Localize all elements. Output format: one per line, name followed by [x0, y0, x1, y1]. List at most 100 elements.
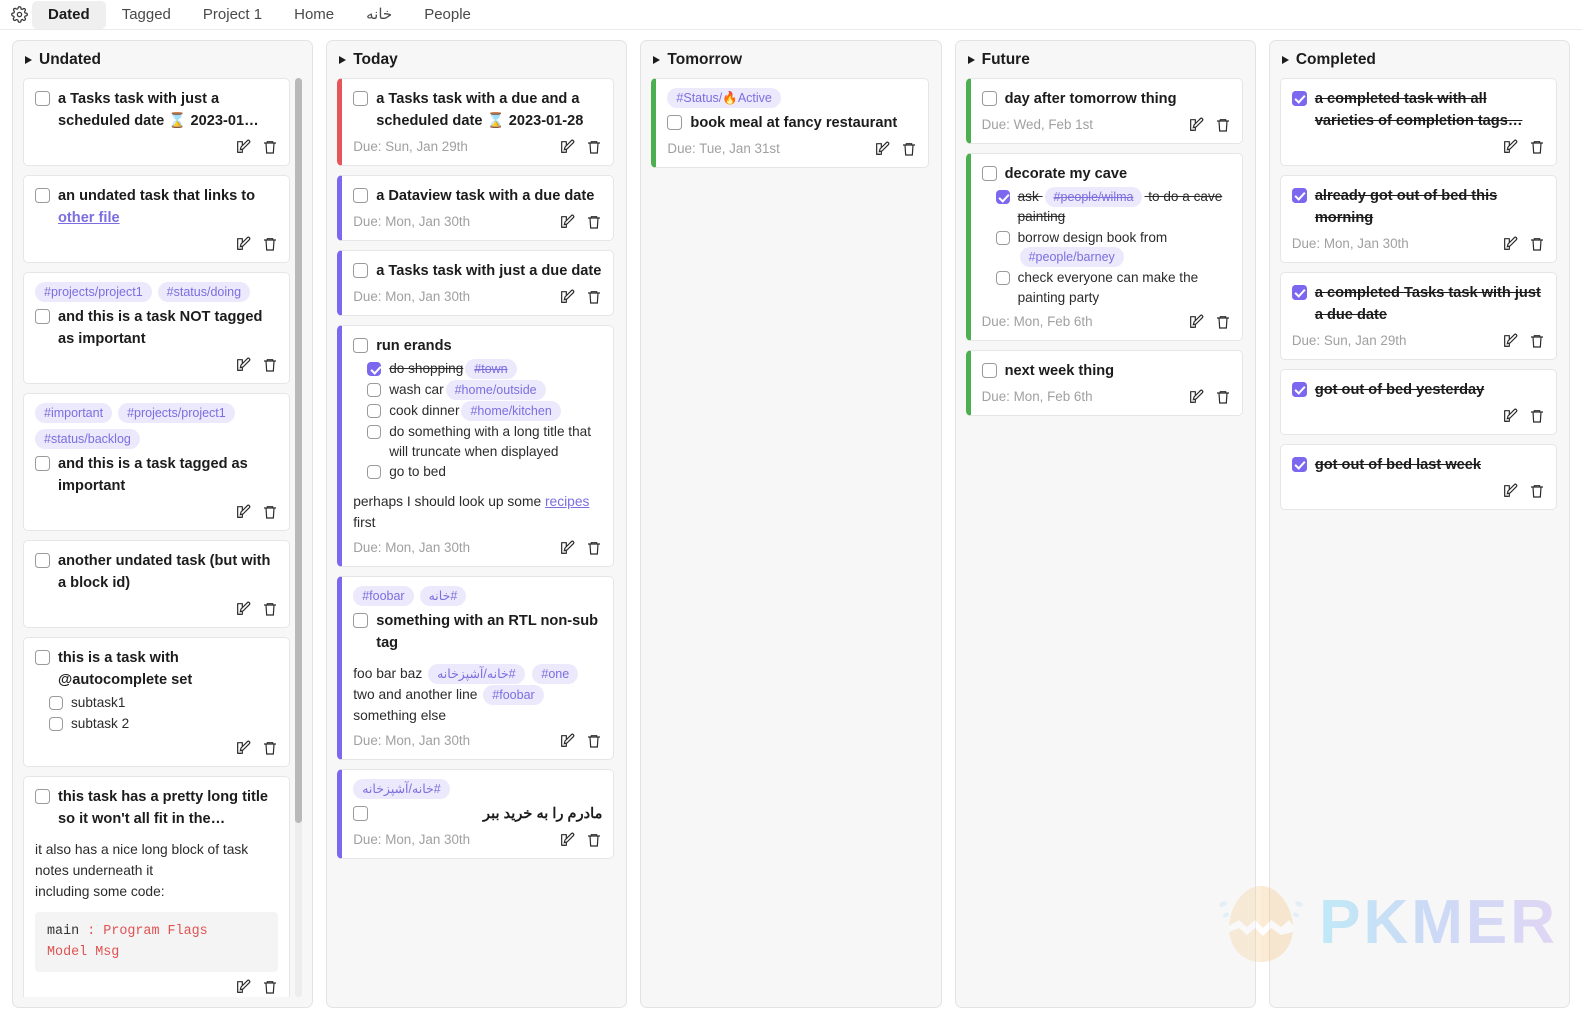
- task-checkbox[interactable]: [35, 553, 50, 568]
- trash-icon[interactable]: [1215, 314, 1231, 330]
- subtask-checkbox[interactable]: [995, 271, 1010, 285]
- task-card[interactable]: #خانه/آشپزخانه مادرم را به خرید ببر Due: M…: [337, 768, 615, 859]
- task-checkbox[interactable]: [1291, 91, 1307, 106]
- note-link[interactable]: recipes: [545, 494, 589, 509]
- tab-people[interactable]: People: [408, 1, 487, 29]
- task-card[interactable]: decorate my cave ask #people/wilma to do …: [965, 153, 1243, 341]
- task-checkbox[interactable]: [667, 115, 683, 130]
- tag-pill[interactable]: #foobar: [483, 684, 544, 705]
- tab-dated[interactable]: Dated: [32, 0, 106, 29]
- task-checkbox[interactable]: [35, 91, 50, 106]
- tag-pill[interactable]: #projects/project1: [118, 403, 235, 423]
- task-checkbox[interactable]: [353, 338, 369, 353]
- subtask-item[interactable]: go to bed: [367, 462, 602, 482]
- trash-icon[interactable]: [262, 740, 278, 756]
- subtask-item[interactable]: ask #people/wilma to do a cave painting: [995, 187, 1231, 227]
- subtask-item[interactable]: subtask1: [49, 693, 278, 713]
- task-card[interactable]: a Tasks task with just a due date Due: Mo…: [337, 250, 615, 316]
- edit-pencil-icon[interactable]: [1502, 139, 1518, 155]
- task-card[interactable]: this task has a pretty long title so it …: [23, 776, 291, 997]
- tab-home[interactable]: Home: [278, 1, 350, 29]
- subtask-item[interactable]: subtask 2: [49, 714, 278, 734]
- subtask-checkbox[interactable]: [367, 465, 382, 479]
- subtask-checkbox[interactable]: [367, 425, 382, 439]
- subtask-item[interactable]: cook dinner #home/kitchen: [367, 401, 602, 421]
- task-checkbox[interactable]: [1291, 188, 1307, 203]
- subtask-checkbox[interactable]: [367, 383, 382, 397]
- edit-pencil-icon[interactable]: [235, 504, 251, 520]
- edit-pencil-icon[interactable]: [235, 601, 251, 617]
- column-header[interactable]: Today: [337, 49, 616, 78]
- tab-project-1[interactable]: Project 1: [187, 1, 278, 29]
- task-checkbox[interactable]: [981, 363, 997, 378]
- trash-icon[interactable]: [1529, 139, 1545, 155]
- task-card[interactable]: an undated task that links to other file: [23, 175, 291, 263]
- tag-pill[interactable]: #town: [465, 359, 517, 379]
- task-checkbox[interactable]: [981, 91, 997, 106]
- task-checkbox[interactable]: [1291, 285, 1307, 300]
- edit-pencil-icon[interactable]: [1502, 236, 1518, 252]
- task-card[interactable]: a completed task with all varieties of c…: [1279, 78, 1558, 166]
- task-checkbox[interactable]: [35, 309, 50, 324]
- edit-pencil-icon[interactable]: [235, 357, 251, 373]
- edit-pencil-icon[interactable]: [559, 214, 575, 230]
- trash-icon[interactable]: [262, 601, 278, 617]
- trash-icon[interactable]: [262, 236, 278, 252]
- subtask-checkbox[interactable]: [367, 362, 382, 376]
- task-card[interactable]: this is a task with @autocomplete set sub…: [23, 637, 291, 767]
- trash-icon[interactable]: [1529, 236, 1545, 252]
- tag-pill[interactable]: #important: [35, 403, 113, 423]
- trash-icon[interactable]: [586, 733, 602, 749]
- trash-icon[interactable]: [1215, 389, 1231, 405]
- edit-pencil-icon[interactable]: [235, 979, 251, 995]
- task-card[interactable]: a Tasks task with a due and a scheduled …: [337, 78, 615, 166]
- task-checkbox[interactable]: [981, 166, 997, 181]
- task-card[interactable]: next week thing Due: Mon, Feb 6th: [965, 350, 1243, 416]
- tag-pill[interactable]: #people/barney: [1019, 247, 1124, 267]
- subtask-checkbox[interactable]: [995, 190, 1010, 204]
- subtask-item[interactable]: wash car #home/outside: [367, 380, 602, 400]
- task-card[interactable]: another undated task (but with a block i…: [23, 540, 291, 628]
- tag-pill[interactable]: #people/wilma: [1044, 187, 1143, 207]
- edit-pencil-icon[interactable]: [1502, 483, 1518, 499]
- task-card[interactable]: day after tomorrow thing Due: Wed, Feb 1s…: [965, 78, 1243, 144]
- task-title-link[interactable]: other file: [58, 210, 120, 226]
- subtask-checkbox[interactable]: [49, 696, 63, 710]
- edit-pencil-icon[interactable]: [559, 832, 575, 848]
- tag-pill[interactable]: #status/backlog: [35, 429, 140, 449]
- trash-icon[interactable]: [262, 139, 278, 155]
- task-card[interactable]: #important #projects/project1 #status/back…: [23, 393, 291, 531]
- edit-pencil-icon[interactable]: [559, 139, 575, 155]
- column-scrollbar[interactable]: [295, 78, 303, 997]
- subtask-checkbox[interactable]: [367, 404, 382, 418]
- tag-pill[interactable]: #خانه: [419, 585, 467, 606]
- task-card[interactable]: #foobar #خانه something with an RTL non-su…: [337, 575, 615, 760]
- task-card[interactable]: got out of bed yesterday: [1279, 369, 1558, 435]
- column-header[interactable]: Completed: [1280, 49, 1559, 78]
- tag-pill[interactable]: #home/kitchen: [461, 401, 561, 421]
- task-checkbox[interactable]: [353, 612, 369, 628]
- edit-pencil-icon[interactable]: [559, 540, 575, 556]
- task-card[interactable]: got out of bed last week: [1279, 444, 1558, 510]
- edit-pencil-icon[interactable]: [559, 733, 575, 749]
- scrollbar-thumb[interactable]: [295, 78, 303, 823]
- trash-icon[interactable]: [1529, 333, 1545, 349]
- trash-icon[interactable]: [586, 540, 602, 556]
- task-checkbox[interactable]: [35, 650, 50, 665]
- subtask-checkbox[interactable]: [49, 716, 63, 731]
- trash-icon[interactable]: [586, 214, 602, 230]
- tag-pill[interactable]: #status/doing: [157, 282, 251, 302]
- task-checkbox[interactable]: [35, 188, 50, 203]
- column-header[interactable]: Undated: [23, 49, 302, 78]
- trash-icon[interactable]: [262, 979, 278, 995]
- trash-icon[interactable]: [901, 141, 917, 157]
- task-card[interactable]: #Status/🔥Active book meal at fancy restau…: [651, 78, 929, 168]
- task-checkbox[interactable]: [35, 789, 50, 804]
- tag-pill[interactable]: #خانه/آشپزخانه: [428, 663, 525, 684]
- tag-pill[interactable]: #one: [532, 663, 579, 684]
- tag-pill[interactable]: #foobar: [353, 585, 414, 606]
- task-card[interactable]: a Dataview task with a due date Due: Mon,…: [337, 175, 615, 241]
- edit-pencil-icon[interactable]: [1502, 408, 1518, 424]
- trash-icon[interactable]: [262, 357, 278, 373]
- tag-pill[interactable]: #Status/🔥Active: [667, 88, 781, 108]
